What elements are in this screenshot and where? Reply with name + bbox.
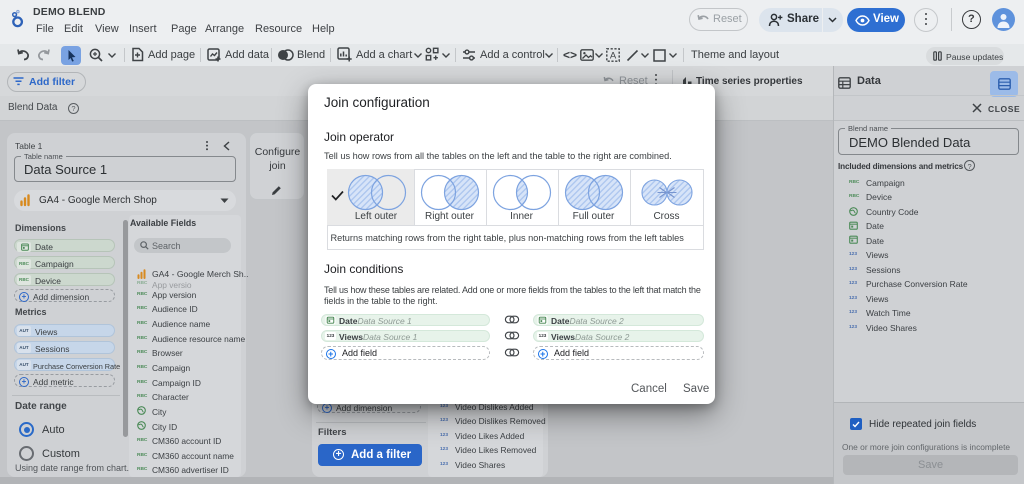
svg-text:A: A bbox=[610, 50, 617, 61]
